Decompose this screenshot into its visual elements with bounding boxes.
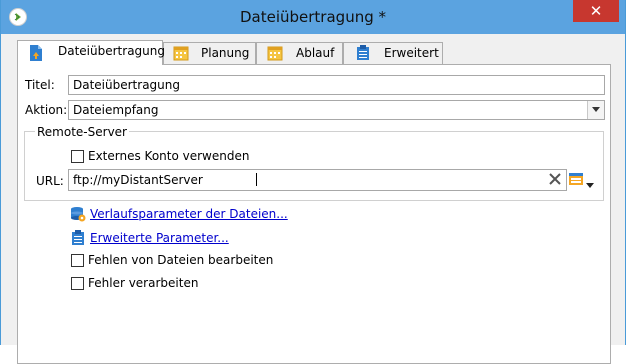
- tab-label: Ablauf: [296, 46, 335, 60]
- server-picker-icon[interactable]: [569, 172, 583, 189]
- title-label: Titel:: [25, 78, 55, 92]
- tab-planung[interactable]: Planung: [163, 42, 256, 64]
- clipboard-icon: [71, 230, 85, 249]
- external-account-checkbox[interactable]: [71, 150, 84, 163]
- tab-label: Erweitert: [384, 46, 439, 60]
- history-params-link[interactable]: Verlaufsparameter der Dateien...: [90, 207, 288, 221]
- chevron-down-icon[interactable]: [587, 101, 604, 119]
- remote-server-group-label: Remote-Server: [35, 125, 129, 139]
- tab-erweitert[interactable]: Erweitert: [343, 42, 443, 64]
- external-account-label: Externes Konto verwenden: [88, 149, 250, 163]
- process-errors-checkbox[interactable]: [71, 277, 84, 290]
- action-label: Aktion:: [25, 103, 68, 117]
- missing-files-checkbox[interactable]: [71, 254, 84, 267]
- action-select[interactable]: Dateiempfang: [68, 100, 605, 120]
- tab-label: Planung: [201, 46, 250, 60]
- url-label: URL:: [36, 174, 64, 188]
- dialog-window: Dateiübertragung * ✕ Dateiübertragung Pl…: [0, 0, 626, 364]
- tab-ablauf[interactable]: Ablauf: [256, 42, 343, 64]
- url-input-value: ftp://myDistantServer: [73, 173, 203, 187]
- clear-x-icon[interactable]: [548, 172, 562, 189]
- advanced-params-link[interactable]: Erweiterte Parameter...: [90, 231, 229, 245]
- title-input[interactable]: [68, 75, 605, 95]
- window-title: Dateiübertragung *: [239, 8, 386, 26]
- tab-dateiuebertragung[interactable]: Dateiübertragung: [17, 40, 165, 68]
- process-errors-label: Fehler verarbeiten: [88, 276, 199, 290]
- title-bar[interactable]: Dateiübertragung * ✕: [1, 0, 625, 34]
- action-select-value: Dateiempfang: [73, 103, 159, 117]
- text-caret: [256, 173, 257, 186]
- chevron-down-icon[interactable]: [586, 177, 594, 191]
- tab-label: Dateiübertragung: [58, 44, 165, 58]
- close-button[interactable]: ✕: [573, 0, 619, 22]
- file-transfer-icon: [28, 44, 44, 68]
- database-settings-icon: [70, 206, 86, 225]
- url-input[interactable]: ftp://myDistantServer: [68, 169, 567, 191]
- missing-files-label: Fehlen von Dateien bearbeiten: [88, 253, 274, 267]
